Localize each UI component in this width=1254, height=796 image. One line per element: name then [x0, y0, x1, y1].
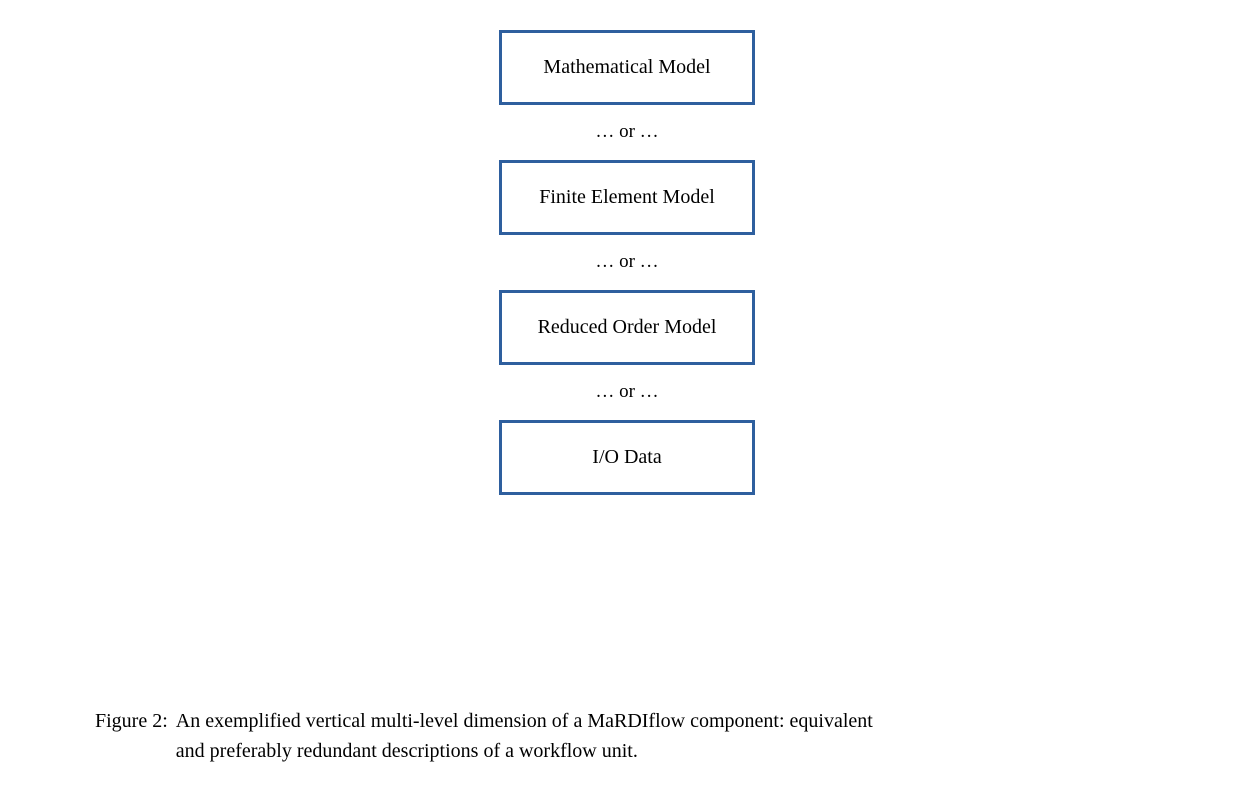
- diagram-box-io-data: I/O Data: [499, 420, 755, 495]
- caption-line: An exemplified vertical multi-level dime…: [176, 706, 873, 736]
- diagram-box-reduced-order-model: Reduced Order Model: [499, 290, 755, 365]
- diagram-connector: … or …: [595, 365, 658, 420]
- diagram-connector: … or …: [595, 235, 658, 290]
- diagram-box-mathematical-model: Mathematical Model: [499, 30, 755, 105]
- box-label: Mathematical Model: [543, 56, 710, 79]
- box-label: Reduced Order Model: [538, 316, 717, 339]
- caption-body: An exemplified vertical multi-level dime…: [176, 706, 873, 766]
- caption-label: Figure 2:: [95, 706, 176, 766]
- diagram-connector: … or …: [595, 105, 658, 160]
- diagram-container: Mathematical Model … or … Finite Element…: [499, 30, 755, 495]
- box-label: Finite Element Model: [539, 186, 715, 209]
- box-label: I/O Data: [592, 446, 661, 469]
- figure-caption: Figure 2: An exemplified vertical multi-…: [95, 706, 1179, 766]
- diagram-box-finite-element-model: Finite Element Model: [499, 160, 755, 235]
- caption-line: and preferably redundant descriptions of…: [176, 736, 873, 766]
